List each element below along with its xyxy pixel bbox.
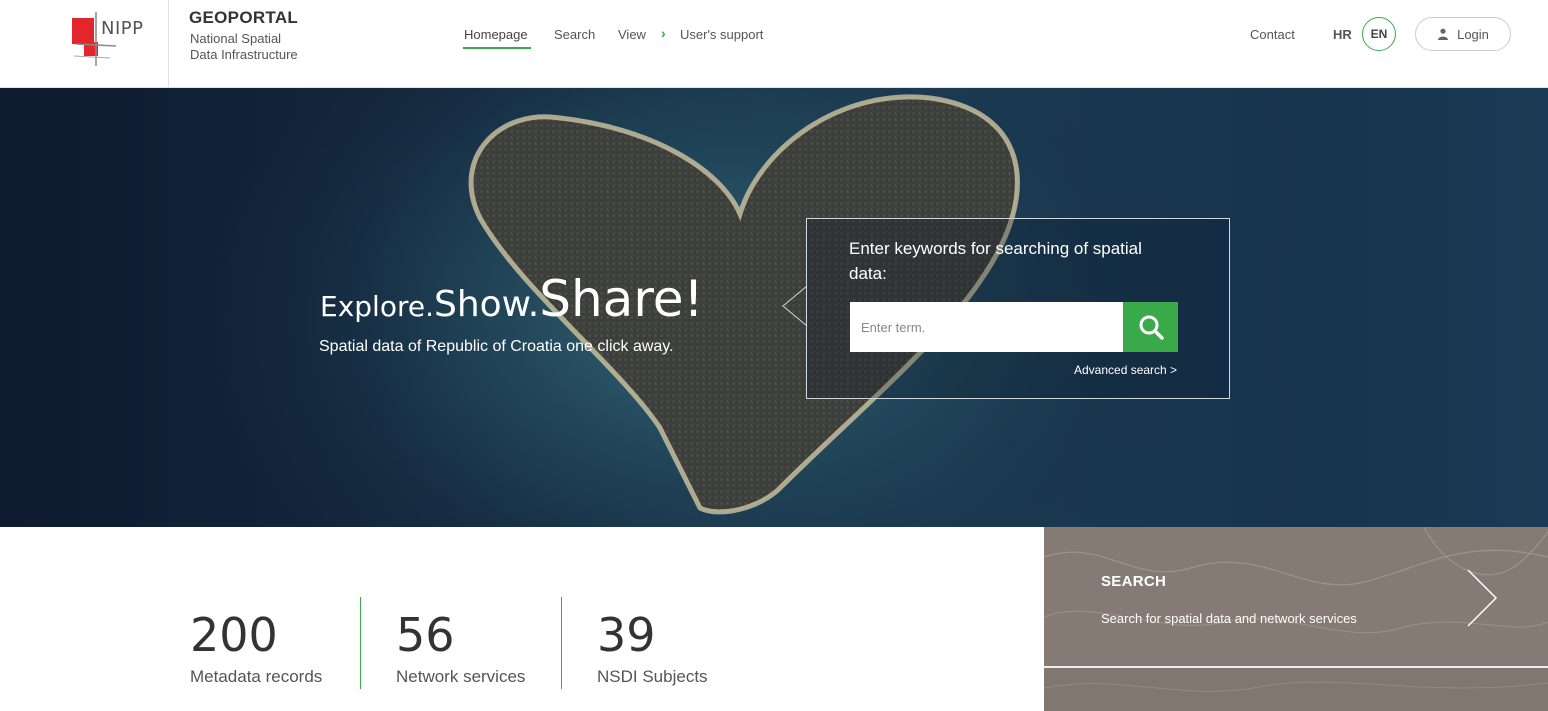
stat-subjects-value: 39 (597, 608, 656, 662)
nav-active-underline (463, 47, 531, 49)
stat-services-value: 56 (396, 608, 455, 662)
search-prompt: Enter keywords for searching of spatial … (849, 239, 1142, 283)
site-title[interactable]: GEOPORTAL (189, 8, 298, 28)
stat-metadata-value: 200 (190, 608, 278, 662)
search-panel-notch (782, 286, 808, 326)
hero-title-share: Share! (539, 270, 704, 328)
site-subtitle-line2: Data Infrastructure (190, 47, 298, 62)
search-tile-text: Search for spatial data and network serv… (1101, 611, 1357, 626)
logo-text: NIPP (101, 18, 144, 39)
language-en[interactable]: EN (1362, 17, 1396, 51)
hero-subtitle: Spatial data of Republic of Croatia one … (319, 338, 674, 355)
advanced-search-link[interactable]: Advanced search > (1074, 363, 1177, 377)
login-label: Login (1457, 26, 1489, 42)
hero-title-show: Show. (433, 284, 540, 325)
user-icon (1438, 28, 1449, 40)
map-texture-image (1044, 681, 1548, 692)
contact-link[interactable]: Contact (1250, 27, 1295, 42)
search-tile-title: SEARCH (1101, 573, 1167, 590)
stat-divider (360, 597, 361, 689)
hero-title-explore: Explore. (320, 290, 434, 323)
next-tile-background (1044, 668, 1548, 711)
search-button[interactable] (1123, 302, 1178, 352)
arrow-right-icon[interactable] (1466, 568, 1498, 628)
stat-services-label: Network services (396, 667, 526, 686)
nav-search[interactable]: Search (554, 27, 595, 42)
chevron-right-icon: › (661, 25, 666, 41)
site-header: NIPP GEOPORTAL National Spatial Data Inf… (0, 0, 1548, 88)
nav-users-support[interactable]: User's support (680, 27, 763, 42)
stat-metadata-label: Metadata records (190, 667, 323, 686)
search-input[interactable] (850, 302, 1123, 352)
nav-homepage[interactable]: Homepage (464, 27, 528, 42)
header-divider (168, 0, 169, 88)
heart-island-image (300, 88, 1140, 527)
language-hr[interactable]: HR (1333, 27, 1352, 42)
magnifier-icon (1139, 315, 1164, 340)
nav-view[interactable]: View (618, 27, 646, 42)
site-subtitle-line1: National Spatial (190, 31, 282, 46)
hero-title: Explore.Show.Share! (320, 270, 704, 328)
login-button[interactable]: Login (1415, 17, 1511, 51)
stat-divider (561, 597, 562, 689)
stat-subjects-label: NSDI Subjects (597, 667, 708, 686)
hero-banner: Explore.Show.Share! Spatial data of Repu… (0, 88, 1548, 527)
